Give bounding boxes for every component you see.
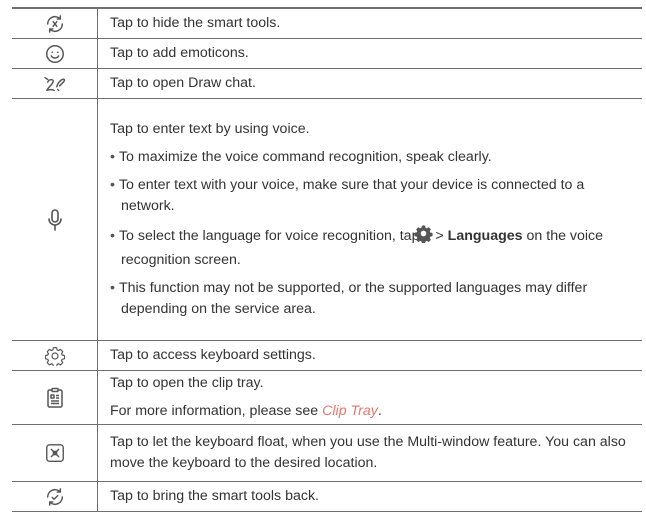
table-row: Tap to let the keyboard float, when you … xyxy=(12,424,642,482)
table-row: Tap to hide the smart tools. xyxy=(12,7,642,39)
description-cell: Tap to open the clip tray. For more info… xyxy=(97,370,642,425)
row-text: Tap to open Draw chat. xyxy=(110,75,256,91)
description-cell: Tap to add emoticons. xyxy=(97,38,642,69)
icon-cell xyxy=(12,98,98,341)
emoticon-icon xyxy=(44,44,66,63)
description-cell: Tap to hide the smart tools. xyxy=(97,7,642,39)
bullet-text: To select the language for voice recogni… xyxy=(118,228,420,244)
more-info-text: For more information, please see Clip Tr… xyxy=(110,401,634,422)
bullet-text: This function may not be supported, or t… xyxy=(118,280,588,317)
row-text: Tap to access keyboard settings. xyxy=(110,347,316,363)
icon-cell xyxy=(12,370,98,425)
icon-cell xyxy=(12,481,98,512)
icon-cell xyxy=(12,424,98,482)
icon-cell xyxy=(12,340,98,371)
description-cell: Tap to access keyboard settings. xyxy=(97,340,642,371)
languages-label: Languages xyxy=(447,228,523,244)
description-cell: Tap to bring the smart tools back. xyxy=(97,481,642,512)
table-row: Tap to bring the smart tools back. xyxy=(12,481,642,512)
list-item: • To maximize the voice command recogniti… xyxy=(110,149,492,165)
icon-cell xyxy=(12,38,98,69)
list-item: • This function may not be supported, or … xyxy=(110,280,588,317)
list-item: • To enter text with your voice, make sur… xyxy=(110,177,585,214)
bullet-text: To maximize the voice command recognitio… xyxy=(118,149,492,165)
table-row: Tap to open Draw chat. xyxy=(12,68,642,99)
description-cell: Tap to let the keyboard float, when you … xyxy=(97,424,642,482)
bullet-text: To enter text with your voice, make sure… xyxy=(118,177,585,214)
table-row: Tap to enter text by using voice. • To ma… xyxy=(12,98,642,341)
row-text: Tap to bring the smart tools back. xyxy=(110,488,319,504)
float-keyboard-icon xyxy=(44,444,66,462)
separator-text: > xyxy=(435,228,444,244)
smart-tools-table: Tap to hide the smart tools. Tap to add … xyxy=(12,7,642,512)
table-row: Tap to open the clip tray. For more info… xyxy=(12,370,642,425)
microphone-icon xyxy=(45,208,65,231)
row-text: Tap to let the keyboard float, when you … xyxy=(110,434,626,471)
row-text: Tap to hide the smart tools. xyxy=(110,15,281,31)
icon-cell xyxy=(12,68,98,99)
settings-gear-icon xyxy=(414,224,434,250)
description-cell: Tap to enter text by using voice. • To ma… xyxy=(97,98,642,341)
row-text: Tap to enter text by using voice. xyxy=(110,121,310,137)
more-info-prefix: For more information, please see xyxy=(110,403,319,419)
table-row: Tap to access keyboard settings. xyxy=(12,340,642,371)
smart-tools-back-icon xyxy=(44,487,66,506)
row-text: Tap to add emoticons. xyxy=(110,45,249,61)
clip-tray-link[interactable]: Clip Tray xyxy=(322,403,378,419)
draw-chat-icon xyxy=(42,75,68,92)
table-row: Tap to add emoticons. xyxy=(12,38,642,69)
description-cell: Tap to open Draw chat. xyxy=(97,68,642,99)
list-item: • To select the language for voice recogn… xyxy=(110,224,634,271)
smart-tools-hide-icon xyxy=(44,14,66,33)
more-info-suffix: . xyxy=(377,403,382,419)
keyboard-settings-gear-icon xyxy=(44,346,65,366)
row-text: Tap to open the clip tray. xyxy=(110,375,264,391)
icon-cell xyxy=(12,7,98,39)
clip-tray-icon xyxy=(45,387,65,408)
